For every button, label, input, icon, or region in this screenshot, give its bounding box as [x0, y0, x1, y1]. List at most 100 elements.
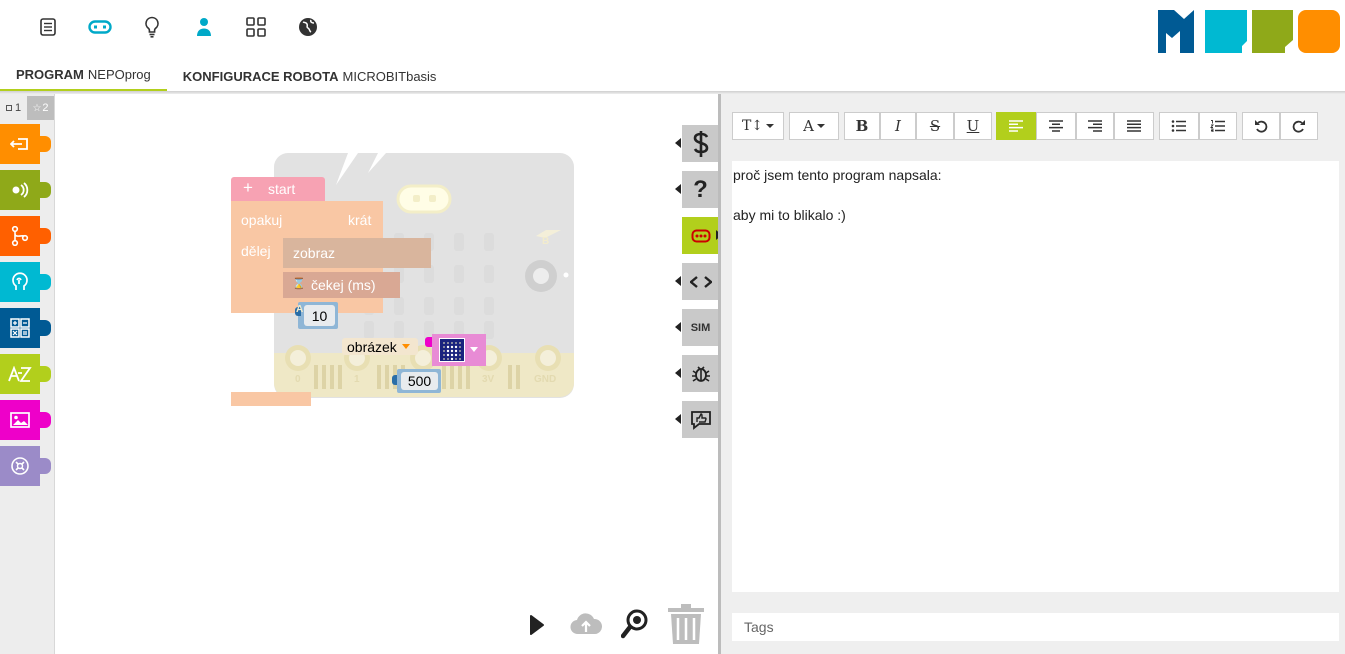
run-button[interactable]: [526, 612, 548, 638]
show-type-value: obrázek: [347, 338, 397, 355]
tab-source[interactable]: [675, 263, 719, 300]
board-button-b-label: B: [542, 236, 550, 247]
tab-feedback[interactable]: [675, 401, 719, 438]
category-images[interactable]: [0, 400, 51, 440]
bold-button[interactable]: B: [844, 112, 880, 140]
tab-program-name: NEPOprog: [87, 67, 151, 82]
program-list-icon[interactable]: [22, 12, 74, 42]
tags-placeholder: Tags: [744, 619, 774, 635]
lightbulb-icon[interactable]: [126, 12, 178, 42]
top-menu: [22, 12, 334, 42]
editor-line: [733, 185, 1338, 205]
pin-1-label: 1: [354, 374, 360, 385]
show-type-dropdown[interactable]: obrázek: [342, 338, 418, 355]
trash-button[interactable]: [666, 602, 706, 646]
align-left-button[interactable]: [996, 112, 1036, 140]
repeat-label: opakuj: [241, 212, 283, 228]
math-icon: [10, 318, 30, 338]
control-icon: [11, 226, 29, 246]
repeat-block-foot: [231, 392, 311, 406]
strikethrough-button[interactable]: S: [916, 112, 954, 140]
description-editor[interactable]: proč jsem tento program napsala: aby mi …: [732, 161, 1339, 592]
category-text[interactable]: [0, 354, 51, 394]
description-panel: T↕ A B I S U proč jsem tento program nap…: [721, 94, 1345, 654]
gallery-icon[interactable]: [230, 12, 282, 42]
italic-button[interactable]: I: [880, 112, 916, 140]
tab-configuration-prefix: KONFIGURACE ROBOTA: [182, 68, 339, 84]
board-button-a-label: A: [296, 304, 304, 315]
start-block[interactable]: + start: [231, 177, 325, 201]
format-toolbar: T↕ A B I S U: [732, 112, 1318, 140]
category-control-body: [0, 216, 40, 256]
heart-image-preview: [439, 338, 465, 362]
tab-feedback-arrow: [675, 414, 681, 424]
image-block[interactable]: [432, 334, 486, 366]
tab-code-arrow: [675, 138, 681, 148]
tab-help[interactable]: ?: [675, 171, 719, 208]
font-color-button[interactable]: A: [789, 112, 839, 140]
wait-label: čekej (ms): [311, 277, 376, 293]
image-dropdown-chevron-icon: [470, 347, 478, 352]
wait-block[interactable]: ⌛ čekej (ms): [283, 272, 400, 298]
blockly-workspace[interactable]: 1 ☆ 2 B 0 1 3V GND + start opakuj dělej …: [0, 94, 719, 654]
redo-button[interactable]: [1280, 112, 1318, 140]
category-sensors[interactable]: [0, 170, 51, 210]
category-messages[interactable]: [0, 446, 51, 486]
tab-debug-arrow: [675, 368, 681, 378]
tab-robot-info[interactable]: [682, 217, 722, 254]
times-label: krát: [348, 212, 372, 228]
dollar-icon: [693, 130, 708, 157]
category-math[interactable]: [0, 308, 51, 348]
pin-3v-label: 3V: [482, 374, 495, 385]
tags-input[interactable]: Tags: [732, 613, 1339, 641]
category-actions[interactable]: [0, 124, 51, 164]
user-icon[interactable]: [178, 12, 230, 42]
level-2-button[interactable]: ☆ 2: [27, 96, 54, 120]
repeat-count-value[interactable]: 10: [304, 305, 335, 326]
category-messages-body: [0, 446, 40, 486]
font-size-button[interactable]: T↕: [732, 112, 784, 140]
category-math-body: [0, 308, 40, 348]
numbered-list-button[interactable]: [1199, 112, 1237, 140]
robot-info-icon: [691, 229, 710, 242]
pin-gnd-label: GND: [534, 374, 557, 385]
category-images-body: [0, 400, 40, 440]
align-center-icon: [1049, 120, 1063, 132]
align-right-button[interactable]: [1076, 112, 1114, 140]
nepo-logo: [1158, 10, 1340, 53]
tab-code[interactable]: [675, 125, 719, 162]
wait-value[interactable]: 500: [401, 372, 438, 390]
redo-icon: [1292, 120, 1305, 133]
magnifier-icon: [621, 609, 648, 639]
robot-icon[interactable]: [74, 12, 126, 42]
tab-sim[interactable]: SIM: [675, 309, 719, 346]
tab-robot-configuration[interactable]: KONFIGURACE ROBOTA MICROBITbasis: [167, 60, 453, 92]
app: PROGRAM NEPOprog KONFIGURACE ROBOTA MICR…: [0, 0, 1345, 654]
zoom-button[interactable]: [620, 608, 650, 640]
undo-icon: [1255, 120, 1268, 133]
category-text-body: [0, 354, 40, 394]
editor-line: proč jsem tento program napsala:: [733, 167, 942, 183]
sim-icon: SIM: [690, 321, 711, 334]
sensor-icon: [12, 182, 29, 198]
undo-button[interactable]: [1242, 112, 1280, 140]
underline-button[interactable]: U: [954, 112, 992, 140]
show-block[interactable]: zobraz: [283, 238, 431, 268]
category-logic[interactable]: [0, 262, 51, 302]
category-control[interactable]: [0, 216, 51, 256]
tab-debug[interactable]: [675, 355, 719, 392]
align-justify-button[interactable]: [1114, 112, 1154, 140]
message-icon: [11, 457, 29, 475]
bullet-list-button[interactable]: [1159, 112, 1199, 140]
align-center-button[interactable]: [1036, 112, 1076, 140]
top-bar: PROGRAM NEPOprog KONFIGURACE ROBOTA MICR…: [0, 0, 1345, 92]
star-icon: ☆: [32, 102, 42, 114]
upload-button[interactable]: [569, 610, 603, 638]
editor-line: aby mi to blikalo :): [733, 207, 846, 223]
level-1-button[interactable]: 1: [0, 96, 27, 120]
cloud-upload-icon: [570, 613, 602, 635]
code-icon: [689, 275, 712, 288]
plus-icon: +: [243, 178, 253, 197]
tab-program[interactable]: PROGRAM NEPOprog: [0, 60, 167, 92]
language-icon[interactable]: [282, 12, 334, 42]
